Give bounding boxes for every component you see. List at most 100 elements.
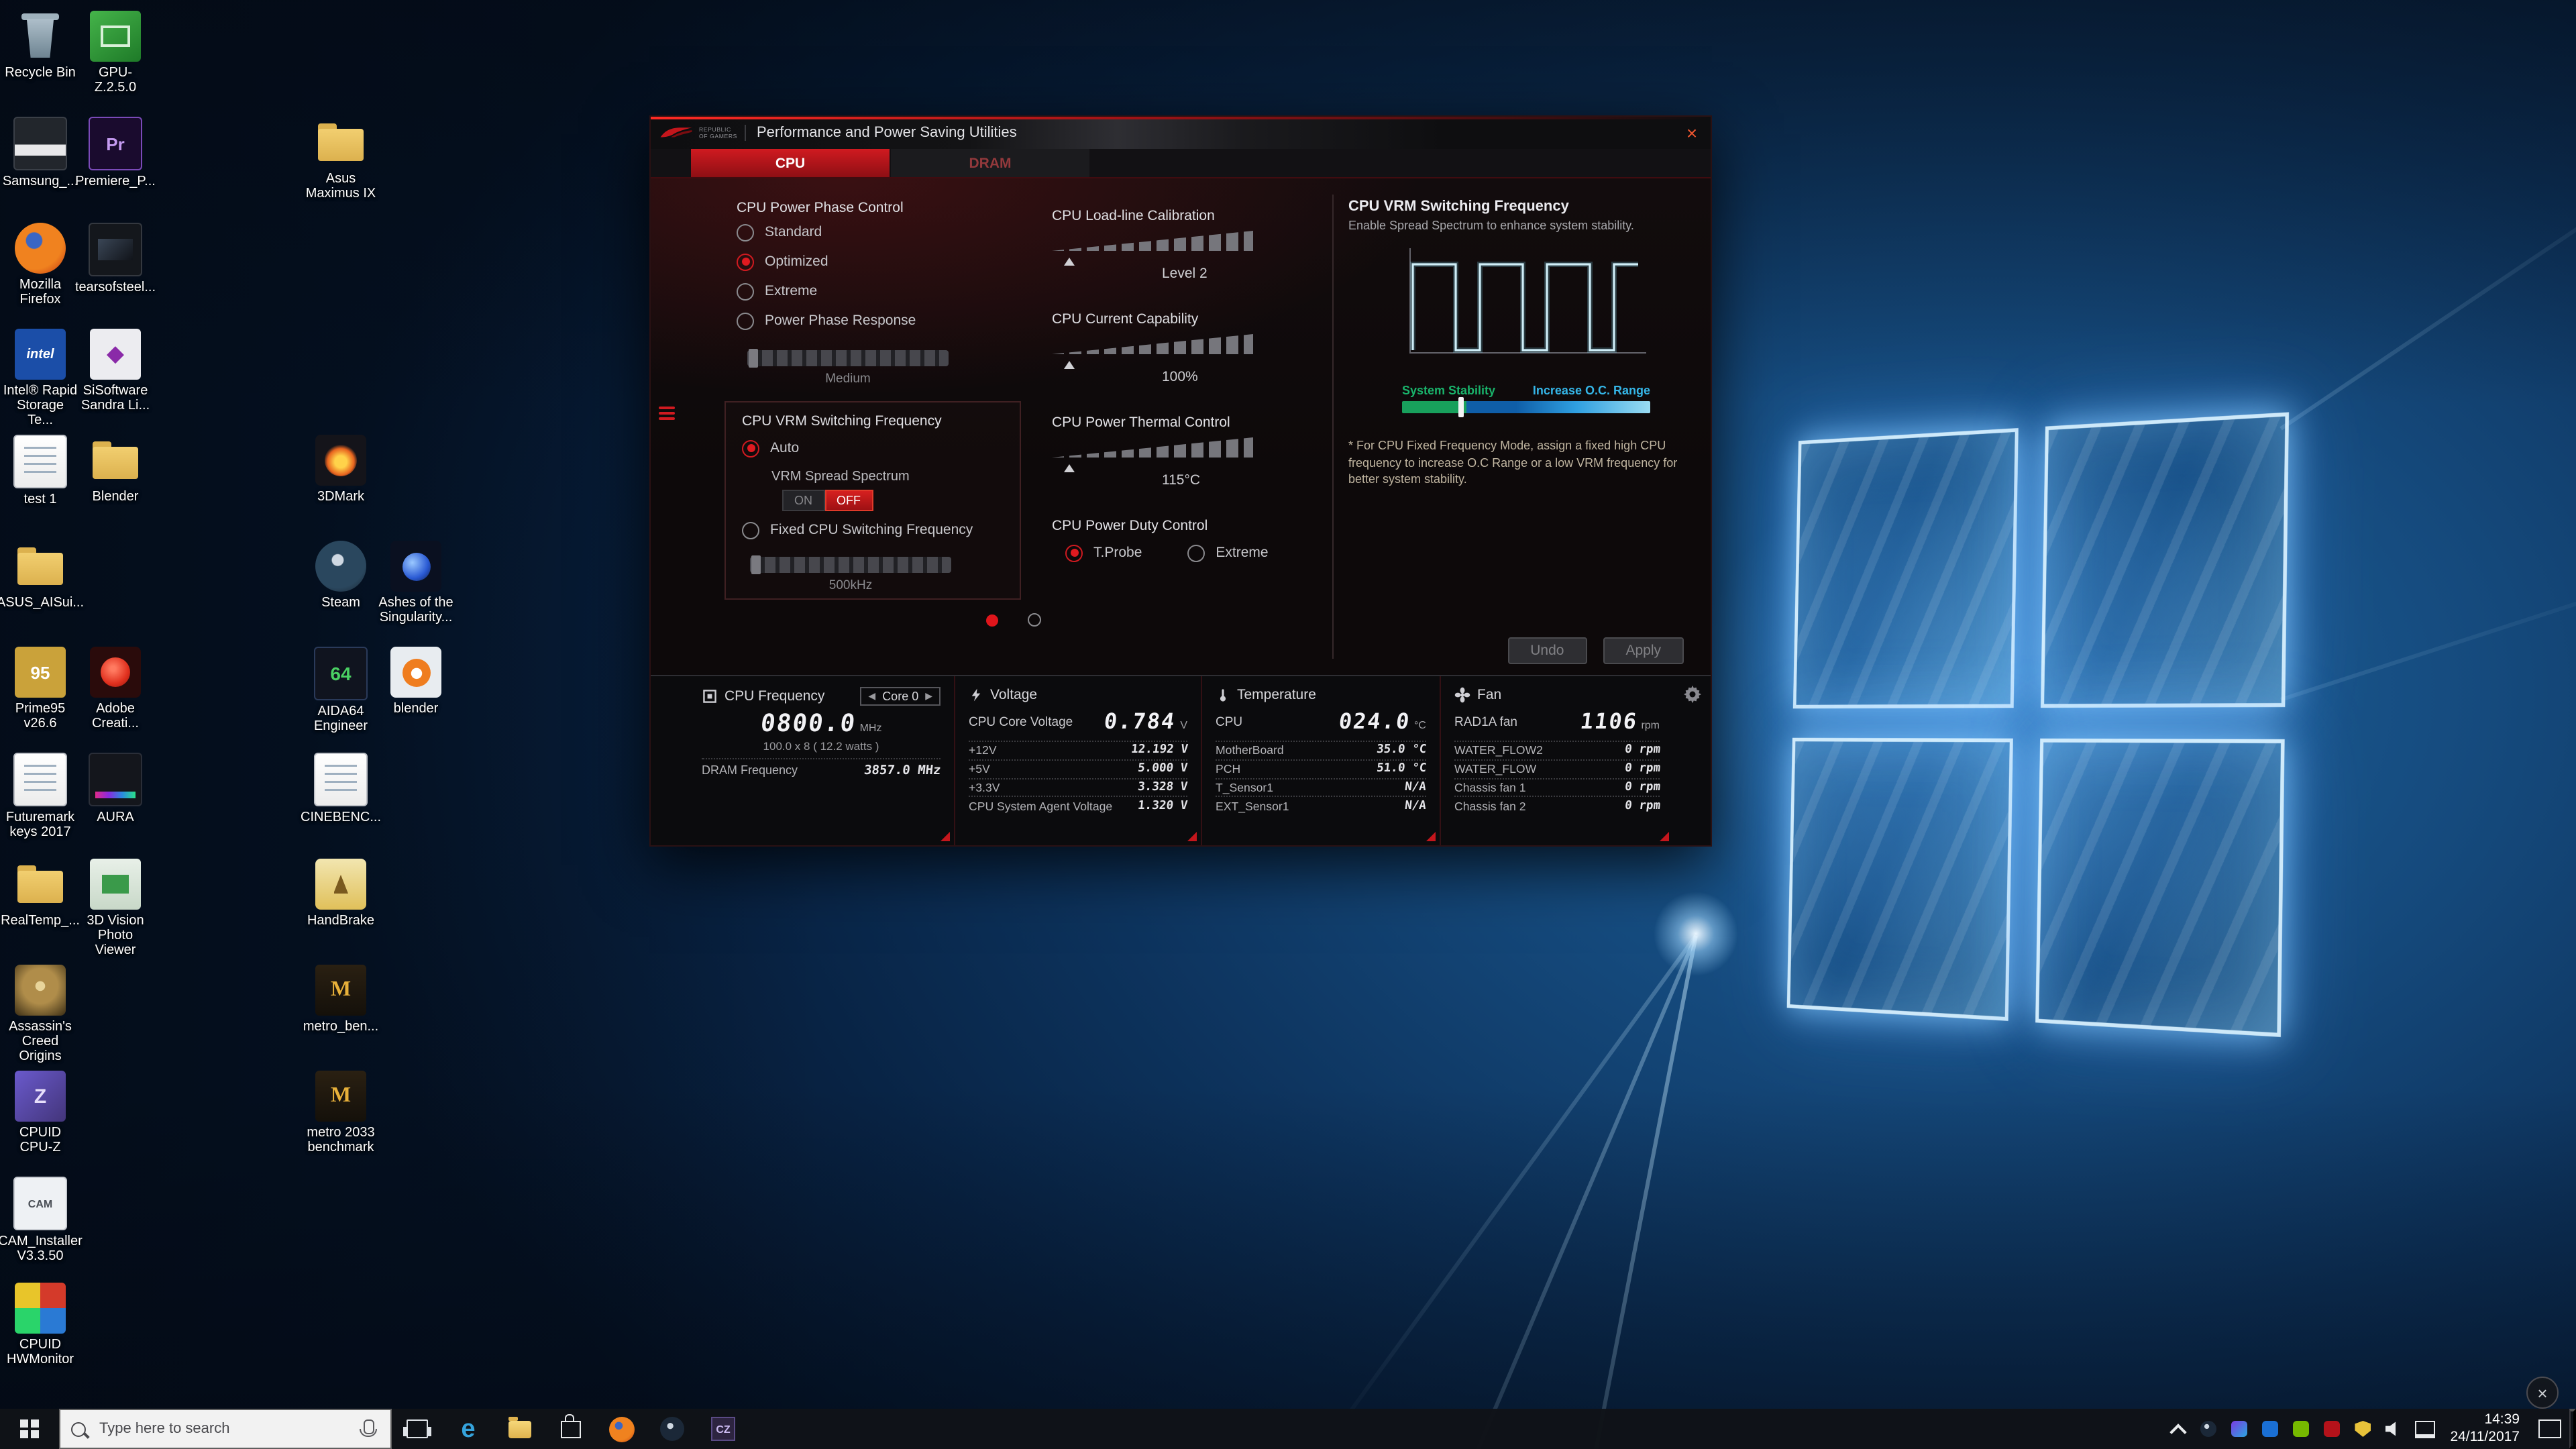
desktop-icon[interactable]: test 1 bbox=[3, 435, 78, 541]
llc-slider[interactable] bbox=[1052, 231, 1253, 266]
slider-handle-icon[interactable] bbox=[751, 555, 761, 574]
desktop-icon-glyph bbox=[13, 753, 67, 806]
desktop-icon-label: SiSoftware Sandra Li... bbox=[80, 384, 150, 413]
slider-handle-icon[interactable] bbox=[749, 349, 758, 368]
desktop-icon[interactable]: 3DMark bbox=[303, 435, 378, 541]
search-input[interactable] bbox=[97, 1419, 356, 1438]
slider-marker-icon[interactable] bbox=[1064, 459, 1075, 472]
vrm-fixed-radio[interactable]: Fixed CPU Switching Frequency bbox=[742, 517, 1004, 543]
desktop-icon[interactable]: Mozilla Firefox bbox=[3, 223, 78, 329]
bluetooth-tray-icon[interactable] bbox=[2259, 1409, 2281, 1449]
desktop-icon-glyph bbox=[315, 1071, 366, 1122]
power-phase-response-slider[interactable] bbox=[747, 349, 949, 368]
radio-option[interactable]: Standard bbox=[737, 219, 1038, 246]
desktop-icon[interactable]: CINEBENC... bbox=[301, 753, 381, 859]
apply-button[interactable]: Apply bbox=[1603, 637, 1684, 664]
desktop-icon-glyph bbox=[15, 541, 66, 592]
radio-icon bbox=[737, 253, 754, 270]
firefox-app[interactable] bbox=[596, 1409, 647, 1449]
vrm-frequency-slider[interactable] bbox=[750, 555, 951, 574]
desktop-icon[interactable]: metro_ben... bbox=[303, 965, 378, 1071]
taskbar-search[interactable] bbox=[59, 1409, 392, 1449]
toggle-on-button[interactable]: ON bbox=[782, 490, 824, 511]
network-tray-icon[interactable] bbox=[2414, 1409, 2435, 1449]
desktop-icon[interactable]: metro 2033 benchmark bbox=[303, 1071, 378, 1177]
taskview-button[interactable] bbox=[392, 1409, 443, 1449]
tab-cpu[interactable]: CPU bbox=[691, 149, 890, 177]
desktop-icon[interactable]: CPUID HWMonitor bbox=[3, 1283, 78, 1389]
taskbar-clock[interactable]: 14:39 24/11/2017 bbox=[2440, 1411, 2529, 1447]
desktop-icon[interactable]: 3D Vision Photo Viewer bbox=[78, 859, 153, 965]
section-title: CPU Current Capability bbox=[1052, 311, 1199, 327]
desktop-icon[interactable]: Premiere_P... bbox=[75, 117, 156, 223]
radio-option[interactable]: Optimized bbox=[737, 248, 1038, 275]
radio-option[interactable]: Extreme bbox=[1187, 542, 1269, 564]
radio-option[interactable]: Power Phase Response bbox=[737, 307, 1038, 334]
hidden-icons-chevron[interactable] bbox=[2167, 1409, 2188, 1449]
nvidia-tray-icon[interactable] bbox=[2290, 1409, 2312, 1449]
cpuz-app[interactable] bbox=[698, 1409, 749, 1449]
desktop-icon[interactable]: HandBrake bbox=[303, 859, 378, 965]
start-button[interactable] bbox=[0, 1409, 59, 1449]
settings-gear-button[interactable] bbox=[1682, 684, 1703, 708]
defender-tray-icon[interactable] bbox=[2352, 1409, 2373, 1449]
desktop-icon[interactable]: Recycle Bin bbox=[3, 11, 78, 117]
desktop-icon[interactable]: Samsung_... bbox=[3, 117, 78, 223]
system-tray bbox=[2167, 1409, 2440, 1449]
store-app[interactable] bbox=[545, 1409, 596, 1449]
desktop-icon[interactable]: blender bbox=[378, 647, 453, 753]
radio-option[interactable]: Extreme bbox=[737, 278, 1038, 305]
volume-tray-icon[interactable] bbox=[2383, 1409, 2404, 1449]
desktop-icon[interactable]: Intel® Rapid Storage Te... bbox=[3, 329, 78, 435]
desktop-icon[interactable]: tearsofsteel... bbox=[75, 223, 156, 329]
show-desktop-button[interactable] bbox=[2569, 1409, 2576, 1449]
desktop-icon[interactable]: Assassin's Creed Origins bbox=[3, 965, 78, 1071]
thermal-control-slider[interactable] bbox=[1052, 437, 1253, 472]
slider-handle-icon[interactable] bbox=[1458, 397, 1464, 417]
current-capability-slider[interactable] bbox=[1052, 334, 1253, 369]
page-dot-2[interactable] bbox=[1028, 613, 1041, 627]
cam-tray-icon[interactable] bbox=[2229, 1409, 2250, 1449]
edge-app[interactable] bbox=[443, 1409, 494, 1449]
prev-core-button[interactable] bbox=[868, 691, 875, 702]
desktop-icon[interactable]: Prime95 v26.6 bbox=[3, 647, 78, 753]
steam-app[interactable] bbox=[647, 1409, 698, 1449]
slider-marker-icon[interactable] bbox=[1064, 356, 1075, 369]
steam-tray-icon[interactable] bbox=[2198, 1409, 2219, 1449]
spectrum-slider[interactable] bbox=[1402, 397, 1650, 417]
desktop-icon[interactable]: AIDA64 Engineer bbox=[303, 647, 378, 753]
slider-marker-icon[interactable] bbox=[1064, 252, 1075, 266]
rog-tray-icon[interactable] bbox=[2321, 1409, 2343, 1449]
taskbar-app-icon bbox=[560, 1413, 580, 1438]
vrm-auto-radio[interactable]: Auto bbox=[742, 435, 1004, 462]
desktop-icon[interactable]: SiSoftware Sandra Li... bbox=[78, 329, 153, 435]
side-menu-button[interactable] bbox=[656, 400, 678, 427]
overlay-close-button[interactable]: × bbox=[2526, 1377, 2559, 1409]
desktop-icon[interactable]: Blender bbox=[78, 435, 153, 541]
desktop-icon[interactable]: Futuremark keys 2017 bbox=[3, 753, 78, 859]
next-core-button[interactable] bbox=[925, 691, 932, 702]
desktop-icon[interactable]: Ashes of the Singularity... bbox=[378, 541, 453, 647]
undo-button[interactable]: Undo bbox=[1507, 637, 1587, 664]
desktop-icon[interactable]: GPU-Z.2.5.0 bbox=[78, 11, 153, 117]
desktop-icon-label: metro_ben... bbox=[303, 1020, 379, 1034]
tab-dram[interactable]: DRAM bbox=[891, 149, 1089, 177]
microphone-icon[interactable] bbox=[360, 1419, 377, 1436]
radio-icon bbox=[1187, 544, 1205, 561]
toggle-off-button[interactable]: OFF bbox=[824, 490, 873, 511]
action-center-button[interactable] bbox=[2529, 1409, 2569, 1449]
desktop-icon[interactable]: CAM_Installer V3.3.50 bbox=[0, 1177, 83, 1283]
page-dot-1[interactable] bbox=[986, 614, 998, 626]
radio-option[interactable]: T.Probe bbox=[1065, 542, 1142, 564]
file-explorer-app[interactable] bbox=[494, 1409, 545, 1449]
desktop-icon[interactable]: CPUID CPU-Z bbox=[3, 1071, 78, 1177]
desktop-icon[interactable]: Asus Maximus IX bbox=[303, 117, 378, 223]
desktop-icon[interactable]: AURA bbox=[78, 753, 153, 859]
window-titlebar[interactable]: REPUBLIC OF GAMERS Performance and Power… bbox=[651, 117, 1711, 149]
desktop-icon[interactable]: Steam bbox=[303, 541, 378, 647]
desktop-icon[interactable]: ASUS_AISui... bbox=[0, 541, 84, 647]
desktop-icon[interactable]: Adobe Creati... bbox=[78, 647, 153, 753]
desktop-icon[interactable]: RealTemp_... bbox=[1, 859, 80, 965]
tray-glyph-icon bbox=[2262, 1421, 2279, 1437]
close-button[interactable] bbox=[1673, 117, 1711, 149]
